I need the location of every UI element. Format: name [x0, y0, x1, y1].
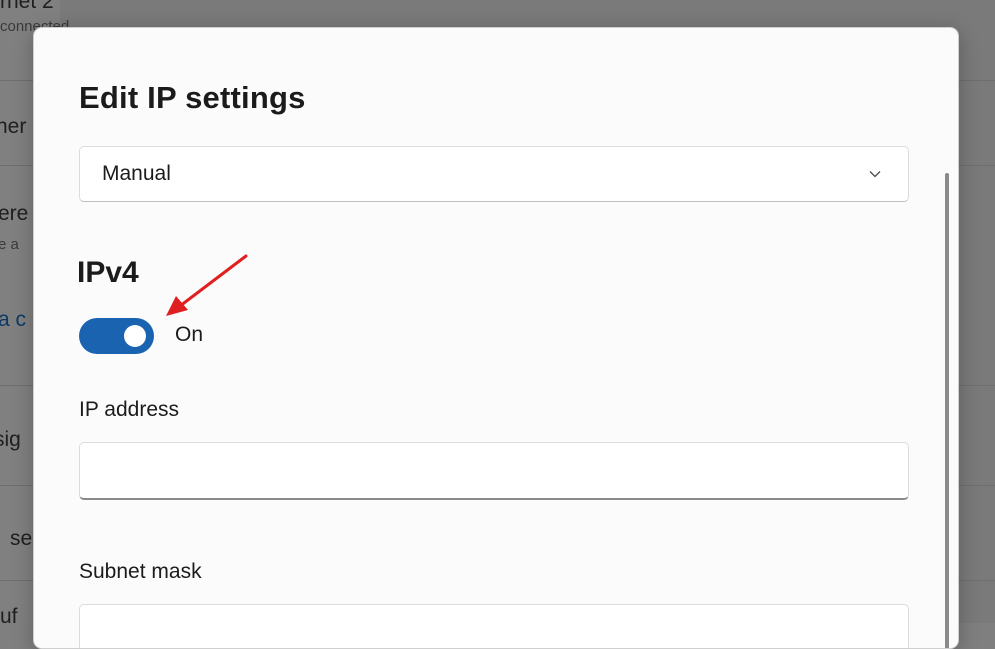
ip-address-input[interactable]	[79, 442, 909, 500]
dialog-scrollbar[interactable]	[945, 173, 949, 648]
background-text: rnet 2	[0, 0, 54, 13]
background-text: sig	[0, 428, 21, 451]
ipv4-toggle-state-label: On	[175, 323, 204, 346]
background-text: ner	[0, 115, 27, 138]
ip-address-label: IP address	[79, 398, 180, 421]
background-text: ere	[0, 202, 29, 225]
ipv4-toggle[interactable]	[79, 318, 154, 354]
chevron-down-icon	[869, 171, 881, 178]
background-text: e a	[0, 236, 19, 253]
background-text: uf	[0, 605, 18, 623]
background-text: se	[10, 527, 33, 550]
background-link: a c	[0, 308, 27, 331]
subnet-mask-input[interactable]	[79, 604, 909, 648]
toggle-knob	[124, 325, 146, 347]
subnet-mask-label: Subnet mask	[79, 560, 202, 583]
dialog-title: Edit IP settings	[79, 80, 306, 115]
ip-assignment-dropdown[interactable]: Manual	[79, 146, 909, 202]
edit-ip-settings-dialog: Edit IP settings Manual IPv4 On IP addre…	[33, 27, 959, 649]
dropdown-selected-value: Manual	[102, 162, 171, 185]
ipv4-heading: IPv4	[77, 256, 139, 289]
